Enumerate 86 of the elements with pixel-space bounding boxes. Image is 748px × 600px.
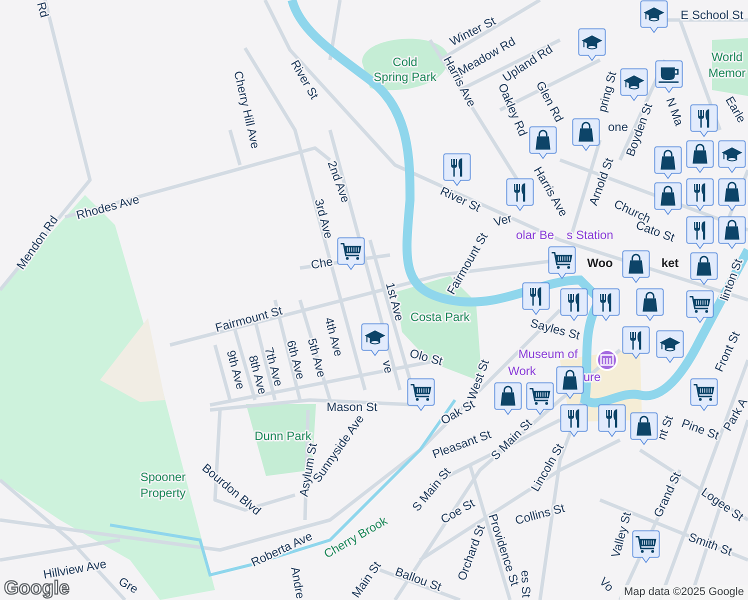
street-label: 1st Ave bbox=[382, 281, 407, 322]
street-label: Vo bbox=[596, 574, 616, 594]
street-label: ve bbox=[380, 359, 396, 374]
cart-marker[interactable] bbox=[686, 290, 714, 324]
restaurant-marker[interactable] bbox=[690, 104, 718, 138]
restaurant-marker[interactable] bbox=[506, 178, 534, 212]
cart-marker[interactable] bbox=[548, 246, 576, 280]
park-label: World bbox=[711, 50, 743, 64]
street-label: N Ma bbox=[663, 96, 686, 128]
street-label: Rd bbox=[34, 0, 52, 19]
street-label: Valley St bbox=[608, 510, 634, 560]
street-label: Sayles St bbox=[528, 316, 582, 343]
cart-marker[interactable] bbox=[407, 378, 435, 412]
street-label: Olo St bbox=[408, 346, 444, 368]
restaurant-marker[interactable] bbox=[592, 288, 620, 322]
street-label: Front St bbox=[712, 329, 743, 374]
street-label: es St bbox=[518, 570, 534, 598]
shopping-bag-marker[interactable] bbox=[690, 252, 718, 286]
shopping-bag-marker[interactable] bbox=[718, 216, 746, 250]
park-label: Costa Park bbox=[410, 310, 470, 324]
street-label: Ver bbox=[492, 211, 514, 230]
place-label: Museum of bbox=[518, 347, 578, 362]
restaurant-marker[interactable] bbox=[443, 153, 471, 187]
street-label: nt St bbox=[654, 414, 676, 442]
street-label: Pine St bbox=[680, 416, 721, 442]
street-label: one bbox=[608, 120, 628, 134]
park-label: Property bbox=[140, 486, 186, 500]
museum-icon bbox=[596, 349, 618, 371]
restaurant-marker[interactable] bbox=[598, 404, 626, 438]
restaurant-marker[interactable] bbox=[560, 404, 588, 438]
street-label: Mason St bbox=[326, 400, 378, 414]
restaurant-marker[interactable] bbox=[522, 282, 550, 316]
restaurant-marker[interactable] bbox=[622, 326, 650, 360]
street-label: Arnold St bbox=[586, 156, 616, 208]
cart-marker[interactable] bbox=[337, 237, 365, 271]
shopping-bag-marker[interactable] bbox=[718, 178, 746, 212]
shopping-bag-marker[interactable] bbox=[572, 118, 600, 152]
park-label: Spooner bbox=[140, 470, 186, 484]
school-marker[interactable] bbox=[656, 330, 684, 364]
school-marker[interactable] bbox=[718, 140, 746, 174]
cafe-marker[interactable] bbox=[655, 60, 683, 94]
school-marker[interactable] bbox=[620, 68, 648, 102]
park-label: Cold bbox=[392, 55, 418, 70]
place-label: Work bbox=[508, 364, 536, 378]
shopping-bag-marker[interactable] bbox=[686, 140, 714, 174]
shopping-bag-marker[interactable] bbox=[654, 146, 682, 180]
street-label: Grand St bbox=[650, 470, 684, 520]
street-label: 9th Ave bbox=[224, 348, 248, 391]
street-label: Gre bbox=[116, 574, 141, 596]
street-label: Che bbox=[310, 254, 334, 272]
school-marker[interactable] bbox=[640, 0, 668, 34]
street-label: Oakley Rd bbox=[495, 81, 530, 138]
street-label: Andre bbox=[288, 566, 308, 600]
town-label: Woo bbox=[587, 256, 613, 270]
place-label: olar Be bbox=[516, 228, 554, 242]
street-label: Ballou St bbox=[393, 564, 444, 594]
shopping-bag-marker[interactable] bbox=[654, 182, 682, 216]
cart-marker[interactable] bbox=[632, 530, 660, 564]
school-marker[interactable] bbox=[361, 323, 389, 357]
street-label: E School St bbox=[680, 8, 744, 22]
restaurant-marker[interactable] bbox=[686, 216, 714, 250]
shopping-bag-marker[interactable] bbox=[630, 412, 658, 446]
street-label: pring St bbox=[595, 70, 620, 114]
street-label: Cherry Hill Ave bbox=[231, 70, 263, 150]
restaurant-marker[interactable] bbox=[686, 178, 714, 212]
shopping-bag-marker[interactable] bbox=[556, 366, 584, 400]
shopping-bag-marker[interactable] bbox=[636, 288, 664, 322]
street-label: Collins St bbox=[514, 500, 566, 528]
street-label: River St bbox=[438, 184, 483, 215]
map-logo: Google bbox=[4, 579, 70, 598]
shopping-bag-marker[interactable] bbox=[529, 126, 557, 160]
shopping-bag-marker[interactable] bbox=[494, 382, 522, 416]
street-label: Rhodes Ave bbox=[74, 192, 141, 222]
place-label: s Station bbox=[566, 228, 614, 242]
street-label: linton St bbox=[717, 256, 746, 302]
school-marker[interactable] bbox=[578, 28, 606, 62]
park-label: Spring Park bbox=[374, 70, 436, 84]
park-label: Memor bbox=[708, 66, 746, 80]
cart-marker[interactable] bbox=[690, 378, 718, 412]
street-label: Smith St bbox=[686, 530, 734, 559]
town-label: ket bbox=[661, 256, 679, 270]
street-label: Coe St bbox=[438, 496, 477, 527]
park-label: Dunn Park bbox=[254, 429, 312, 444]
cart-marker[interactable] bbox=[526, 382, 554, 416]
street-label: Glen Rd bbox=[533, 78, 566, 124]
shopping-bag-marker[interactable] bbox=[622, 250, 650, 284]
